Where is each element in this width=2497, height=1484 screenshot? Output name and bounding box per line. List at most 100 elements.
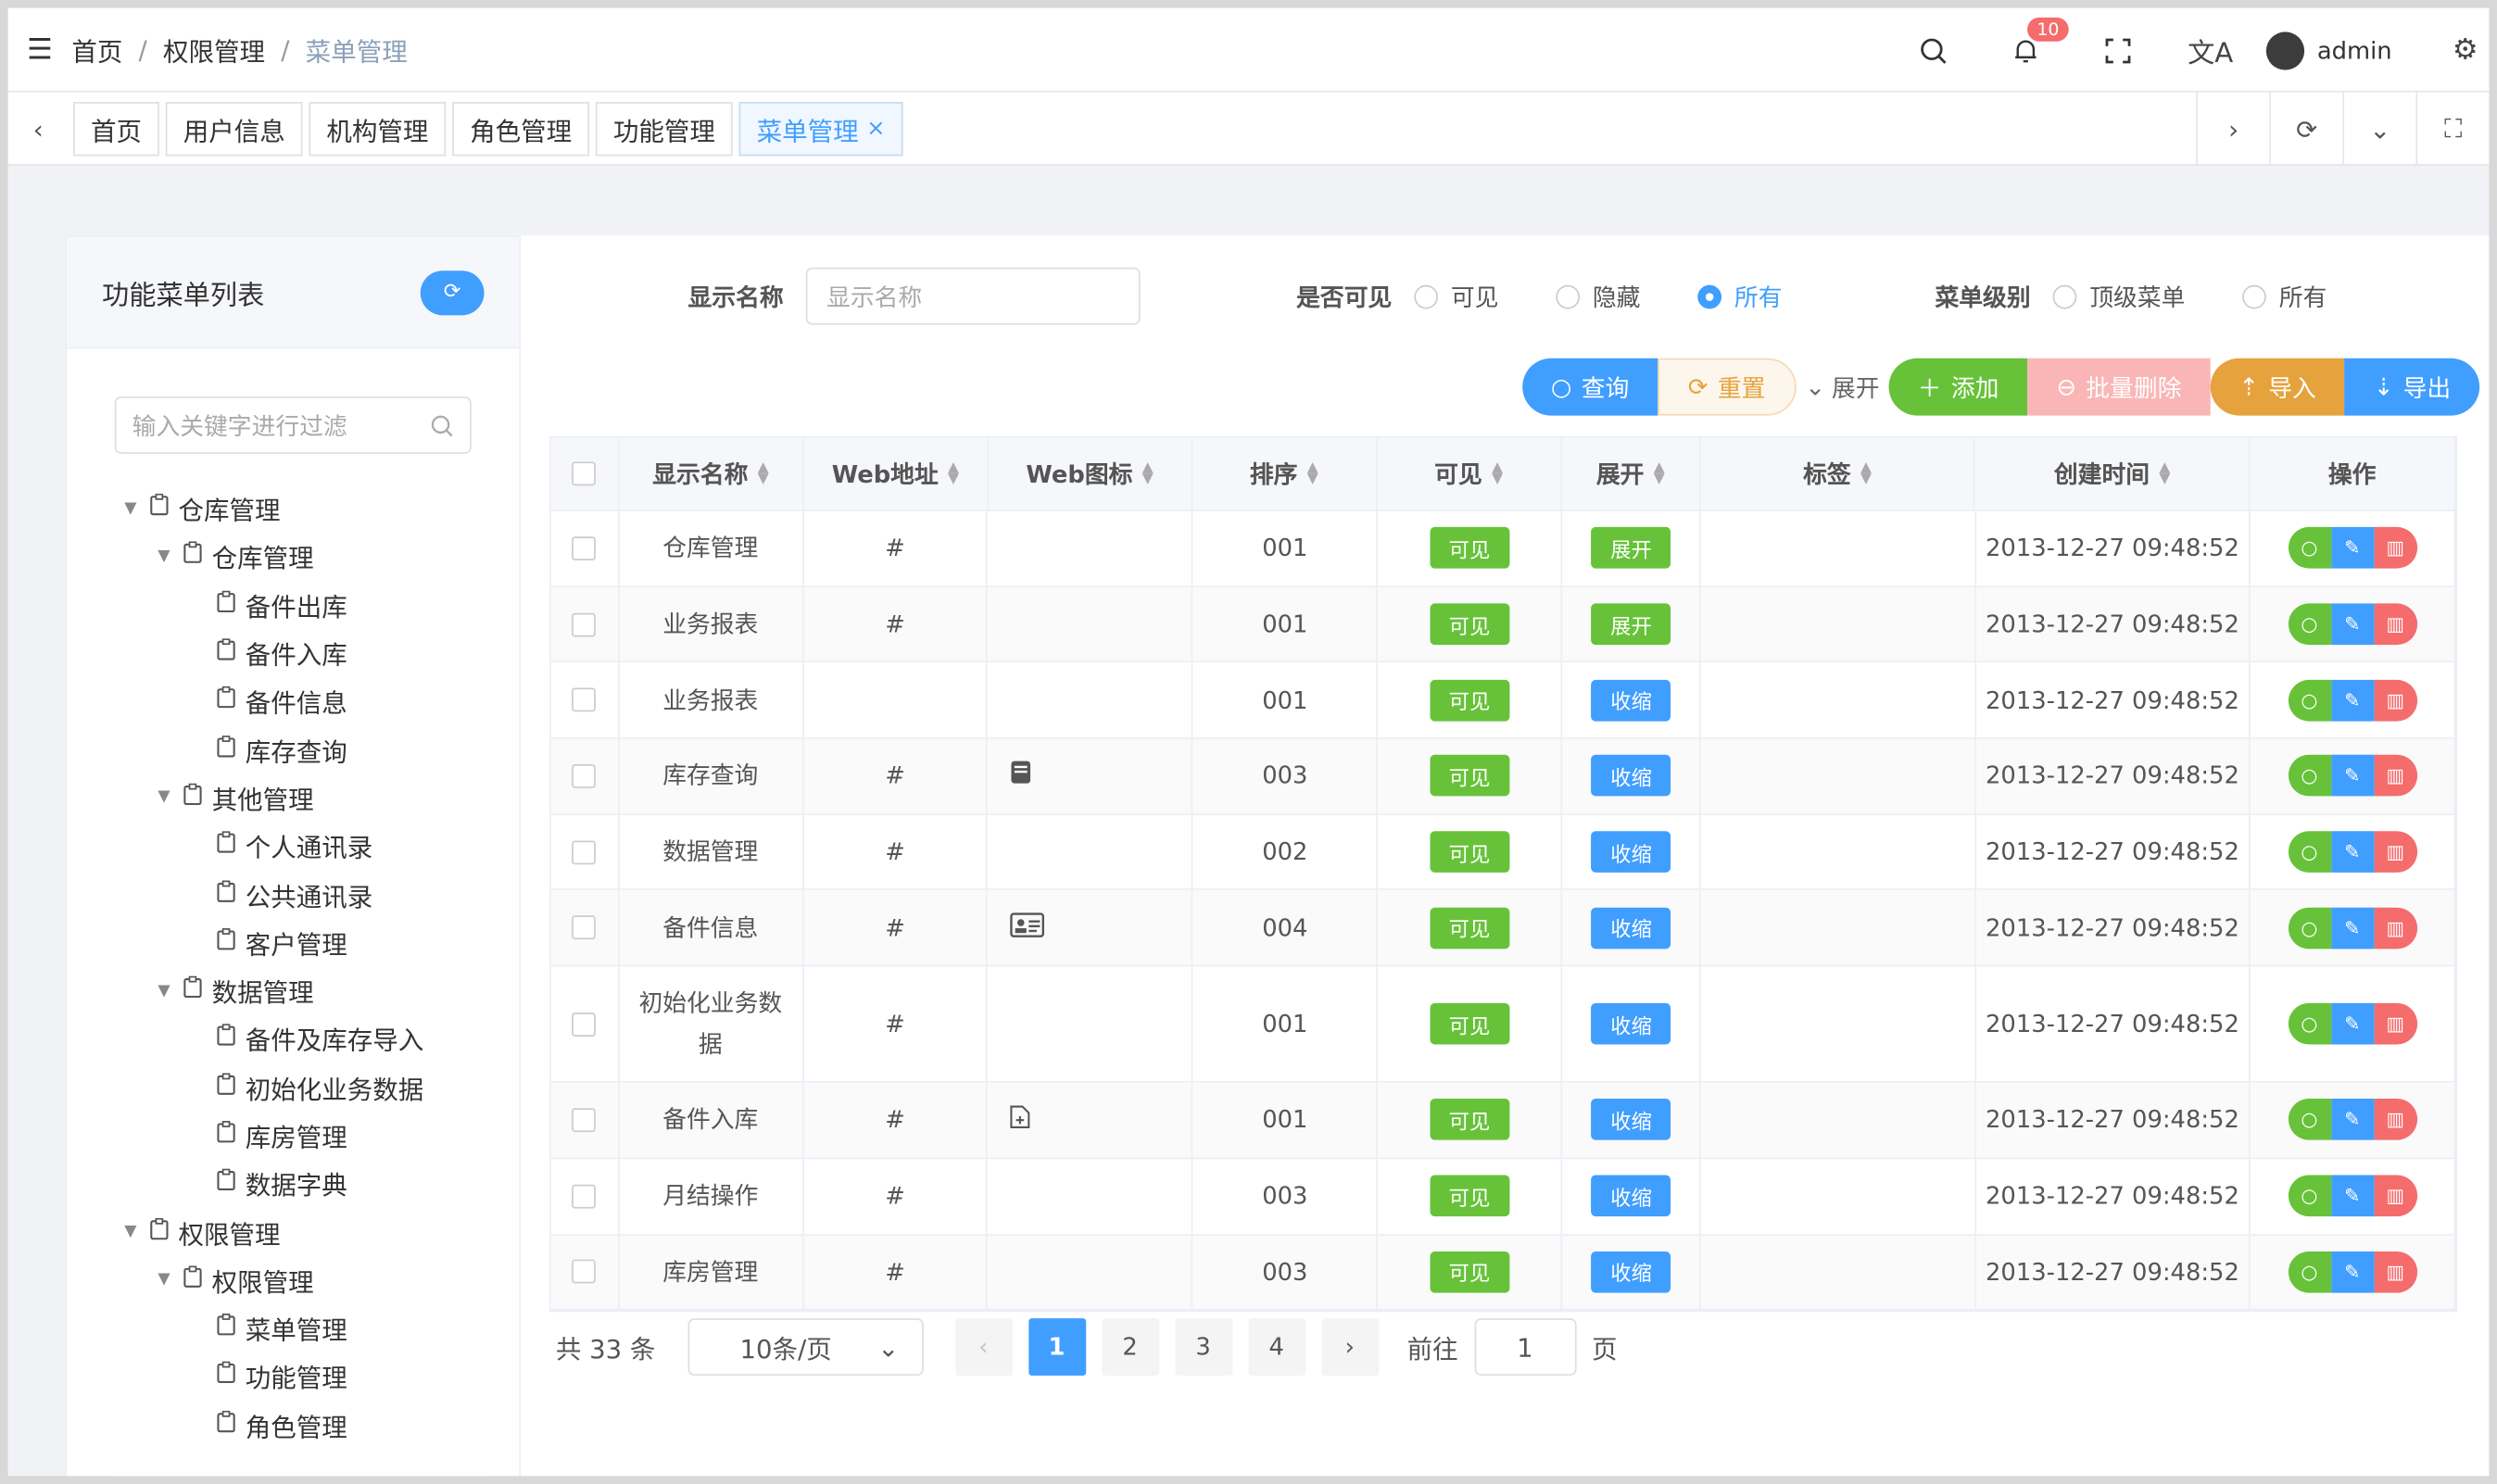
tab-org[interactable]: 机构管理 bbox=[309, 102, 447, 157]
row-checkbox[interactable] bbox=[572, 1184, 597, 1208]
tab-scroll-right-icon[interactable]: › bbox=[2196, 92, 2269, 166]
tab-scroll-left-icon[interactable]: ‹ bbox=[8, 93, 69, 166]
row-checkbox[interactable] bbox=[572, 687, 597, 712]
edit-button[interactable]: ✎ bbox=[2330, 679, 2375, 722]
delete-button[interactable]: ▥ bbox=[2374, 831, 2417, 874]
page-1[interactable]: 1 bbox=[1028, 1318, 1086, 1377]
table-row[interactable]: 库房管理 #003 可见 收缩 2013-12-27 09:48:52 ○ ✎ ▥ bbox=[550, 1234, 2456, 1311]
goto-page-input[interactable]: 1 bbox=[1473, 1318, 1576, 1377]
tree-node[interactable]: ▼ 仓库管理 bbox=[105, 484, 487, 533]
delete-button[interactable]: ▥ bbox=[2374, 755, 2417, 798]
reset-button[interactable]: ⟳ 重置 bbox=[1658, 358, 1797, 416]
chevron-down-icon[interactable]: ⌄ bbox=[2342, 92, 2415, 166]
row-checkbox[interactable] bbox=[572, 915, 597, 940]
table-row[interactable]: 初始化业务数据 #001 可见 收缩 2013-12-27 09:48:52 ○ ✎ ▥ bbox=[550, 966, 2456, 1083]
edit-button[interactable]: ✎ bbox=[2330, 1003, 2375, 1045]
caret-down-icon[interactable]: ▼ bbox=[151, 1271, 177, 1289]
tree-node[interactable]: 个人通讯录 bbox=[105, 822, 487, 870]
tab-user-info[interactable]: 用户信息 bbox=[165, 102, 303, 157]
sort-icon[interactable]: ▲ ▼ bbox=[1492, 460, 1503, 486]
bell-icon[interactable]: 10 bbox=[1979, 17, 2072, 65]
breadcrumb-home[interactable]: 首页 bbox=[71, 31, 122, 69]
view-button[interactable]: ○ bbox=[2288, 755, 2331, 798]
edit-button[interactable]: ✎ bbox=[2330, 755, 2375, 798]
tab-function[interactable]: 功能管理 bbox=[595, 102, 733, 157]
row-checkbox[interactable] bbox=[572, 1108, 597, 1133]
tree-node[interactable]: 备件入库 bbox=[105, 629, 487, 677]
search-icon[interactable] bbox=[1887, 36, 1980, 65]
radio-all-visible[interactable]: 所有 bbox=[1697, 280, 1782, 313]
tab-menu[interactable]: 菜单管理 × bbox=[738, 102, 903, 157]
edit-button[interactable]: ✎ bbox=[2330, 527, 2375, 570]
page-4[interactable]: 4 bbox=[1247, 1318, 1305, 1377]
delete-button[interactable]: ▥ bbox=[2374, 527, 2417, 570]
edit-button[interactable]: ✎ bbox=[2330, 1251, 2375, 1293]
table-row[interactable]: 备件入库 #001 可见 收缩 2013-12-27 09:48:52 ○ ✎ ▥ bbox=[550, 1082, 2456, 1159]
close-icon[interactable]: × bbox=[866, 116, 885, 142]
view-button[interactable]: ○ bbox=[2288, 831, 2331, 874]
view-button[interactable]: ○ bbox=[2288, 907, 2331, 950]
column-header[interactable]: 显示名称 ▲ ▼ bbox=[619, 437, 804, 510]
page-size-select[interactable]: 10条/页 ⌄ bbox=[687, 1318, 924, 1377]
radio-hidden[interactable]: 隐藏 bbox=[1556, 280, 1640, 313]
maximize-icon[interactable]: ⛶ bbox=[2415, 92, 2489, 166]
column-header[interactable]: 排序 ▲ ▼ bbox=[1192, 437, 1378, 510]
tab-role[interactable]: 角色管理 bbox=[452, 102, 590, 157]
sort-icon[interactable]: ▲ ▼ bbox=[1860, 460, 1872, 486]
table-row[interactable]: 月结操作 #003 可见 收缩 2013-12-27 09:48:52 ○ ✎ ▥ bbox=[550, 1158, 2456, 1235]
radio-visible[interactable]: 可见 bbox=[1414, 280, 1498, 313]
table-row[interactable]: 业务报表 #001 可见 展开 2013-12-27 09:48:52 ○ ✎ ▥ bbox=[550, 586, 2456, 663]
tree-node[interactable]: 公共通讯录 bbox=[105, 870, 487, 918]
table-row[interactable]: 仓库管理 #001 可见 展开 2013-12-27 09:48:52 ○ ✎ ▥ bbox=[550, 510, 2456, 587]
tree-node[interactable]: ▼ 权限管理 bbox=[105, 1208, 487, 1256]
row-checkbox[interactable] bbox=[572, 839, 597, 864]
refresh-icon[interactable]: ⟳ bbox=[2269, 92, 2342, 166]
translate-icon[interactable]: 文A bbox=[2164, 31, 2257, 69]
row-checkbox[interactable] bbox=[572, 763, 597, 788]
column-header[interactable]: 标签 ▲ ▼ bbox=[1701, 437, 1976, 510]
table-row[interactable]: 备件信息 #004 可见 收缩 2013-12-27 09:48:52 ○ ✎ ▥ bbox=[550, 890, 2456, 967]
add-button[interactable]: ＋添加 bbox=[1888, 358, 2028, 416]
tree-node[interactable]: ▼ 仓库管理 bbox=[105, 533, 487, 581]
edit-button[interactable]: ✎ bbox=[2330, 907, 2375, 950]
page-3[interactable]: 3 bbox=[1174, 1318, 1232, 1377]
user-menu[interactable]: admin bbox=[2265, 31, 2441, 69]
tree-node[interactable]: 备件出库 bbox=[105, 581, 487, 629]
caret-down-icon[interactable]: ▼ bbox=[118, 1223, 144, 1240]
row-checkbox[interactable] bbox=[572, 1260, 597, 1284]
tree-node[interactable]: ▼ 权限管理 bbox=[105, 1256, 487, 1304]
delete-button[interactable]: ▥ bbox=[2374, 1251, 2417, 1293]
batch-delete-button[interactable]: ⊖ 批量删除 bbox=[2027, 358, 2211, 416]
breadcrumb-permission[interactable]: 权限管理 bbox=[163, 31, 265, 69]
tree-node[interactable]: 库房管理 bbox=[105, 1111, 487, 1159]
tree-node[interactable]: 备件及库存导入 bbox=[105, 1014, 487, 1063]
caret-down-icon[interactable]: ▼ bbox=[151, 547, 177, 565]
caret-down-icon[interactable]: ▼ bbox=[118, 499, 144, 517]
view-button[interactable]: ○ bbox=[2288, 1099, 2331, 1141]
next-page-button[interactable]: › bbox=[1320, 1318, 1379, 1377]
tree-node[interactable]: 备件信息 bbox=[105, 677, 487, 725]
radio-top-level[interactable]: 顶级菜单 bbox=[2052, 280, 2185, 313]
delete-button[interactable]: ▥ bbox=[2374, 679, 2417, 722]
sort-icon[interactable]: ▲ ▼ bbox=[1142, 460, 1154, 486]
delete-button[interactable]: ▥ bbox=[2374, 1175, 2417, 1217]
caret-down-icon[interactable]: ▼ bbox=[151, 789, 177, 807]
tab-home[interactable]: 首页 bbox=[73, 102, 159, 157]
tree-refresh-button[interactable]: ⟳ bbox=[420, 270, 485, 315]
name-filter-input[interactable]: 显示名称 bbox=[805, 267, 1141, 325]
radio-all-level[interactable]: 所有 bbox=[2242, 280, 2327, 313]
tree-node[interactable]: ▼ 数据管理 bbox=[105, 966, 487, 1014]
expand-toggle[interactable]: ⌄ 展开 bbox=[1805, 371, 1879, 404]
column-header[interactable]: Web地址 ▲ ▼ bbox=[804, 437, 989, 510]
query-button[interactable]: ○ 查询 bbox=[1521, 358, 1658, 416]
row-checkbox[interactable] bbox=[572, 1012, 597, 1037]
tree-node[interactable]: 数据字典 bbox=[105, 1160, 487, 1208]
column-header[interactable]: Web图标 ▲ ▼ bbox=[989, 437, 1192, 510]
sort-icon[interactable]: ▲ ▼ bbox=[948, 460, 959, 486]
view-button[interactable]: ○ bbox=[2288, 1175, 2331, 1217]
fullscreen-icon[interactable] bbox=[2072, 36, 2164, 65]
prev-page-button[interactable]: ‹ bbox=[954, 1318, 1013, 1377]
sort-icon[interactable]: ▲ ▼ bbox=[1654, 460, 1665, 486]
menu-toggle-icon[interactable]: ☰ bbox=[8, 32, 72, 66]
view-button[interactable]: ○ bbox=[2288, 603, 2331, 646]
